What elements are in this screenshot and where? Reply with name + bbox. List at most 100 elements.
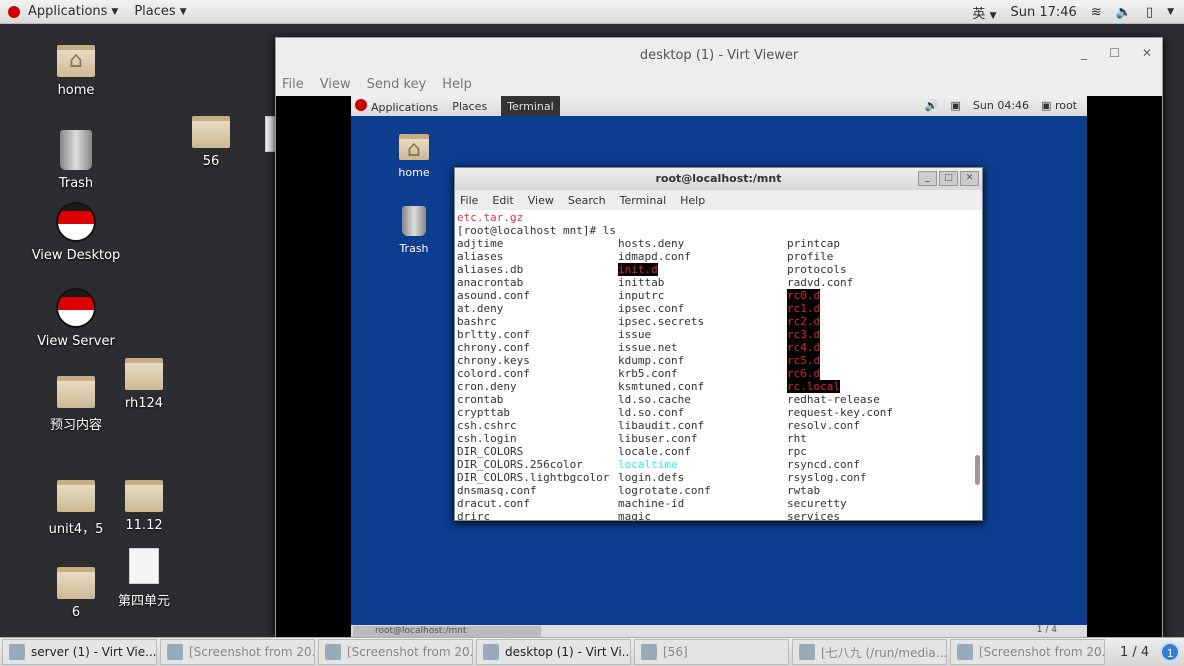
scrollbar[interactable] <box>975 455 980 485</box>
ls-entry: dnsmasq.conf <box>457 484 537 497</box>
terminal-menu-search[interactable]: Search <box>568 194 606 207</box>
volume-muted-icon[interactable]: 🔈 <box>1116 5 1132 20</box>
folder-icon <box>192 116 230 148</box>
terminal-window: root@localhost:/mnt _ □ ✕ File Edit View Sear… <box>454 167 983 522</box>
menu-send-key[interactable]: Send key <box>367 77 427 92</box>
minimize-button[interactable]: _ <box>918 171 937 186</box>
maximize-button[interactable]: ☐ <box>1109 46 1120 60</box>
menu-view[interactable]: View <box>320 77 351 92</box>
ls-entry: rc.local <box>787 380 840 393</box>
menu-help[interactable]: Help <box>442 77 472 92</box>
desktop-icon--[interactable]: 第四单元 <box>99 548 189 609</box>
desktop-icon-view-server[interactable]: View Server <box>31 288 121 349</box>
taskbar-item[interactable]: [56] <box>634 639 789 665</box>
folder-icon <box>125 358 163 390</box>
close-button[interactable]: ✕ <box>1142 46 1152 60</box>
ls-entry: logrotate.conf <box>618 484 711 497</box>
places-label: Places <box>134 4 176 19</box>
taskbar-item-label: [56] <box>663 645 688 659</box>
taskbar-item-label: [七八九 (/run/media... <box>821 645 947 660</box>
ls-entry: libuser.conf <box>618 432 698 445</box>
guest-display[interactable]: Applications Places Terminal 🔊 ▣ Sun 04:46… <box>276 96 1162 637</box>
ls-entry: login.defs <box>618 471 685 484</box>
ls-entry: chrony.keys <box>457 354 530 367</box>
virt-viewer-window: desktop (1) - Virt Viewer _ ☐ ✕ File View … <box>275 37 1163 637</box>
ls-entry: DIR_COLORS.lightbgcolor <box>457 471 610 484</box>
ls-entry: services <box>787 510 840 522</box>
minimize-button[interactable]: _ <box>1081 46 1087 60</box>
ls-entry: libaudit.conf <box>618 419 705 432</box>
folder-icon <box>125 480 163 512</box>
desktop-icon-11-12[interactable]: 11.12 <box>99 480 189 533</box>
ls-entry: rpc <box>787 445 807 458</box>
terminal-menu-file[interactable]: File <box>460 194 478 207</box>
guest-user-menu[interactable]: ▣ root <box>1041 99 1077 112</box>
ls-column: adjtime aliases aliases.db anacrontab asound… <box>457 237 618 522</box>
ls-entry: init.d <box>618 263 658 276</box>
ls-entry: rc1.d <box>787 302 821 315</box>
battery-icon[interactable]: ▯ <box>1146 5 1153 20</box>
document-icon <box>129 548 159 584</box>
workspace-pager[interactable]: 1 / 4 <box>1112 645 1157 660</box>
system-menu-caret-icon[interactable]: ▼ <box>1167 7 1174 17</box>
taskbar-item[interactable]: [Screenshot from 20... <box>160 639 315 665</box>
taskbar-item[interactable]: [七八九 (/run/media... <box>792 639 947 665</box>
guest-applications-menu[interactable]: Applications <box>355 98 439 114</box>
terminal-menu-edit[interactable]: Edit <box>492 194 513 207</box>
ls-entry: asound.conf <box>457 289 530 302</box>
ls-entry: aliases.db <box>457 263 524 276</box>
desktop-icon-view-desktop[interactable]: View Desktop <box>31 202 121 263</box>
window-icon <box>957 644 973 660</box>
clock[interactable]: Sun 17:46 <box>1011 5 1077 20</box>
redhat-icon <box>8 5 20 18</box>
notification-badge[interactable]: 1 <box>1160 642 1181 662</box>
ls-entry: magic <box>618 510 652 522</box>
guest-icon-trash[interactable]: Trash <box>384 206 444 255</box>
guest-places-menu[interactable]: Places <box>452 100 487 113</box>
guest-task-terminal[interactable]: Terminal <box>501 96 560 116</box>
guest-desktop[interactable]: Applications Places Terminal 🔊 ▣ Sun 04:46… <box>351 96 1087 637</box>
menu-file[interactable]: File <box>282 77 304 92</box>
ls-entry: adjtime <box>457 237 504 250</box>
ls-entry: bashrc <box>457 315 497 328</box>
network-icon[interactable]: ▣ <box>951 99 961 112</box>
ls-entry: csh.cshrc <box>457 419 517 432</box>
guest-pager[interactable]: 1 / 4 <box>1037 625 1057 635</box>
taskbar-item[interactable]: desktop (1) - Virt Vi... <box>476 639 631 665</box>
caret-down-icon: ▼ <box>179 6 187 17</box>
terminal-menu-view[interactable]: View <box>528 194 554 207</box>
output-line: etc.tar.gz <box>457 211 524 224</box>
taskbar-item[interactable]: [Screenshot from 20... <box>318 639 473 665</box>
maximize-button[interactable]: □ <box>939 171 958 186</box>
ls-entry: DIR_COLORS.256color <box>457 458 583 471</box>
guest-icon-home[interactable]: home <box>384 134 444 179</box>
close-button[interactable]: ✕ <box>960 171 979 186</box>
places-menu[interactable]: Places ▼ <box>126 4 194 19</box>
taskbar-item[interactable]: server (1) - Virt Vie... <box>2 639 157 665</box>
ls-entry: protocols <box>787 263 847 276</box>
ls-entry: issue.net <box>618 341 678 354</box>
applications-menu[interactable]: Applications ▼ <box>0 4 126 19</box>
volume-icon[interactable]: 🔊 <box>925 99 939 112</box>
taskbar-item[interactable]: [Screenshot from 20... <box>950 639 1105 665</box>
desktop-icon-label: rh124 <box>124 396 164 411</box>
desktop-icon-trash[interactable]: Trash <box>31 130 121 191</box>
guest-task-terminal-window[interactable]: root@localhost:/mnt <box>353 626 541 637</box>
input-method-indicator[interactable]: 英 ▼ <box>972 3 996 22</box>
ls-entry: ksmtuned.conf <box>618 380 705 393</box>
terminal-output[interactable]: etc.tar.gz [root@localhost mnt]# ls adjt… <box>455 210 982 522</box>
desktop-icon-rh124[interactable]: rh124 <box>99 358 189 411</box>
window-title: desktop (1) - Virt Viewer <box>639 47 799 63</box>
terminal-menu-terminal[interactable]: Terminal <box>620 194 667 207</box>
terminal-menu-help[interactable]: Help <box>680 194 705 207</box>
guest-applications-label: Applications <box>371 100 439 114</box>
wifi-icon[interactable]: ≋ <box>1091 5 1102 20</box>
guest-clock[interactable]: Sun 04:46 <box>973 99 1029 112</box>
guest-icon-label: home <box>398 166 430 179</box>
ls-entry: anacrontab <box>457 276 524 289</box>
guest-user-label: root <box>1054 99 1077 112</box>
window-icon <box>325 644 341 660</box>
desktop-icon-home[interactable]: home <box>31 45 121 98</box>
ls-entry: inittab <box>618 276 665 289</box>
ls-entry: rht <box>787 432 807 445</box>
